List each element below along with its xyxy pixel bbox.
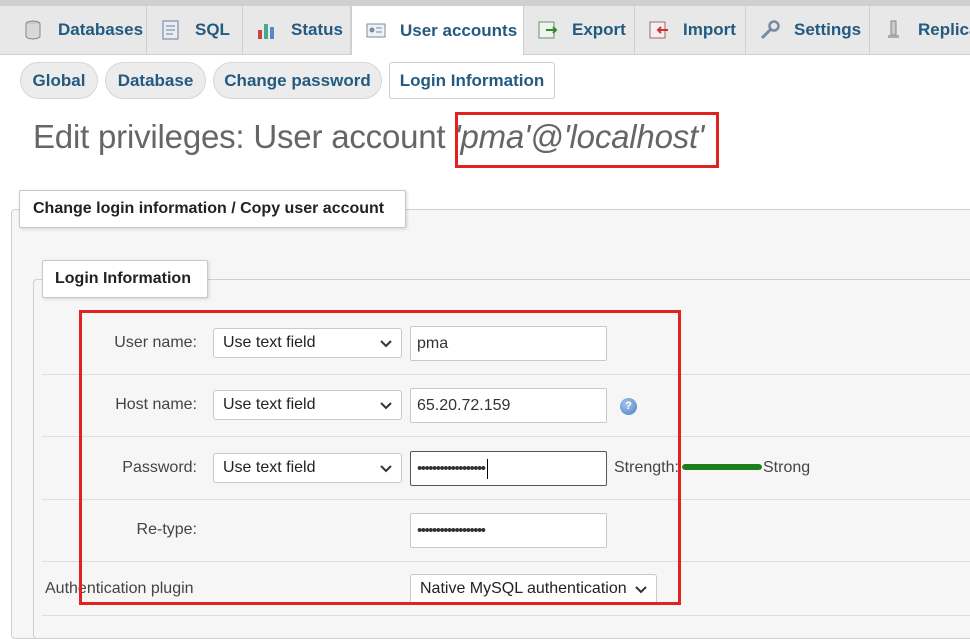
subnav-login-information[interactable]: Login Information — [389, 62, 555, 99]
replication-icon — [882, 18, 906, 42]
user-accounts-icon — [364, 19, 388, 43]
subnav-change-password[interactable]: Change password — [213, 62, 382, 99]
tab-label: Import — [683, 20, 736, 39]
form-highlight-box — [79, 310, 681, 605]
database-icon — [22, 18, 46, 42]
tab-databases[interactable]: Databases — [10, 6, 147, 54]
tab-export[interactable]: Export — [524, 6, 635, 54]
sql-icon — [159, 18, 183, 42]
tab-status[interactable]: Status — [243, 6, 351, 54]
tab-label: Export — [572, 20, 626, 39]
wrench-icon — [758, 18, 782, 42]
subnav-global[interactable]: Global — [20, 62, 98, 99]
tab-label: Status — [291, 20, 343, 39]
export-icon — [536, 18, 560, 42]
strength-value: Strong — [763, 459, 811, 476]
tab-user-accounts[interactable]: User accounts — [351, 6, 524, 55]
tab-label: Replica — [918, 20, 970, 39]
tab-label: Settings — [794, 20, 862, 39]
password-strength-meter — [682, 464, 762, 470]
top-navigation-tabs: Databases SQL Status User accounts Expor… — [0, 0, 970, 55]
tab-label: Databases — [58, 20, 144, 39]
import-icon — [647, 18, 671, 42]
tab-replication[interactable]: Replica — [870, 6, 970, 54]
tab-sql[interactable]: SQL — [147, 6, 243, 54]
tab-label: SQL — [195, 20, 230, 39]
row-divider — [42, 615, 970, 616]
strength-meter-fill — [682, 464, 762, 470]
change-login-legend: Change login information / Copy user acc… — [19, 190, 406, 228]
tab-settings[interactable]: Settings — [746, 6, 870, 54]
login-information-legend: Login Information — [42, 260, 208, 298]
status-icon — [255, 18, 279, 42]
title-highlight-box — [455, 112, 719, 168]
page-title-prefix: Edit privileges: User account — [33, 118, 455, 155]
tab-import[interactable]: Import — [635, 6, 746, 54]
tab-label: User accounts — [400, 20, 518, 40]
subnav-database[interactable]: Database — [105, 62, 206, 99]
